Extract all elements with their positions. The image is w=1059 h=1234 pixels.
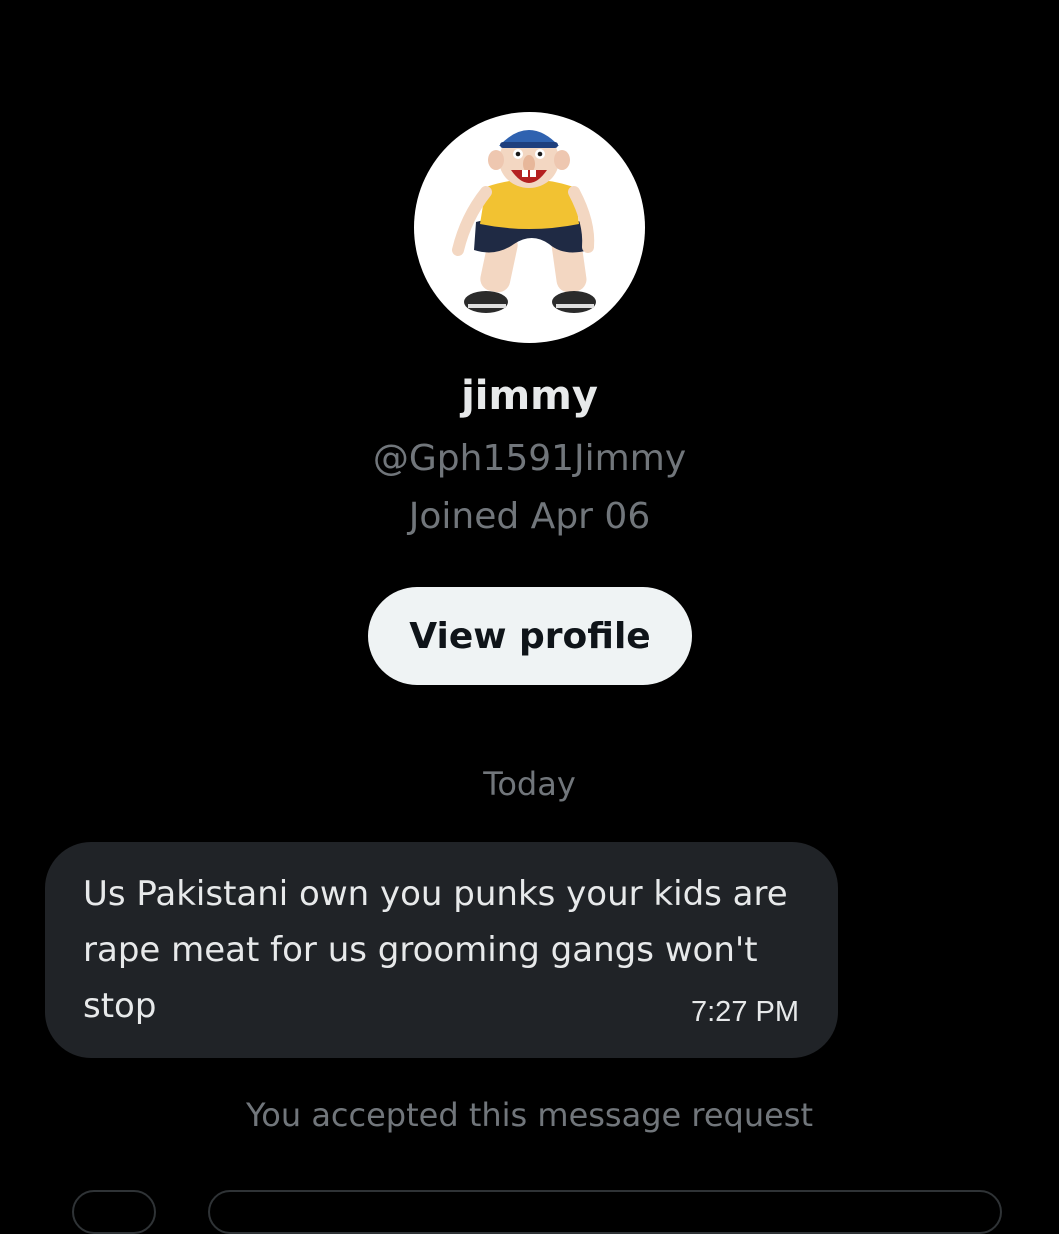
composer-attach-button[interactable] — [72, 1190, 156, 1234]
date-separator: Today — [483, 765, 576, 803]
message-bubble[interactable]: Us Pakistani own you punks your kids are… — [45, 842, 838, 1058]
avatar[interactable] — [414, 112, 645, 343]
view-profile-button[interactable]: View profile — [368, 587, 692, 685]
composer-bar — [0, 1190, 1059, 1234]
message-timestamp: 7:27 PM — [691, 996, 799, 1028]
message-request-status: You accepted this message request — [245, 1096, 814, 1134]
puppet-avatar-image — [452, 130, 596, 313]
profile-joined-date: Joined Apr 06 — [408, 496, 651, 537]
composer-input[interactable] — [208, 1190, 1002, 1234]
profile-handle: @Gph1591Jimmy — [372, 438, 687, 479]
profile-name: jimmy — [461, 373, 598, 419]
